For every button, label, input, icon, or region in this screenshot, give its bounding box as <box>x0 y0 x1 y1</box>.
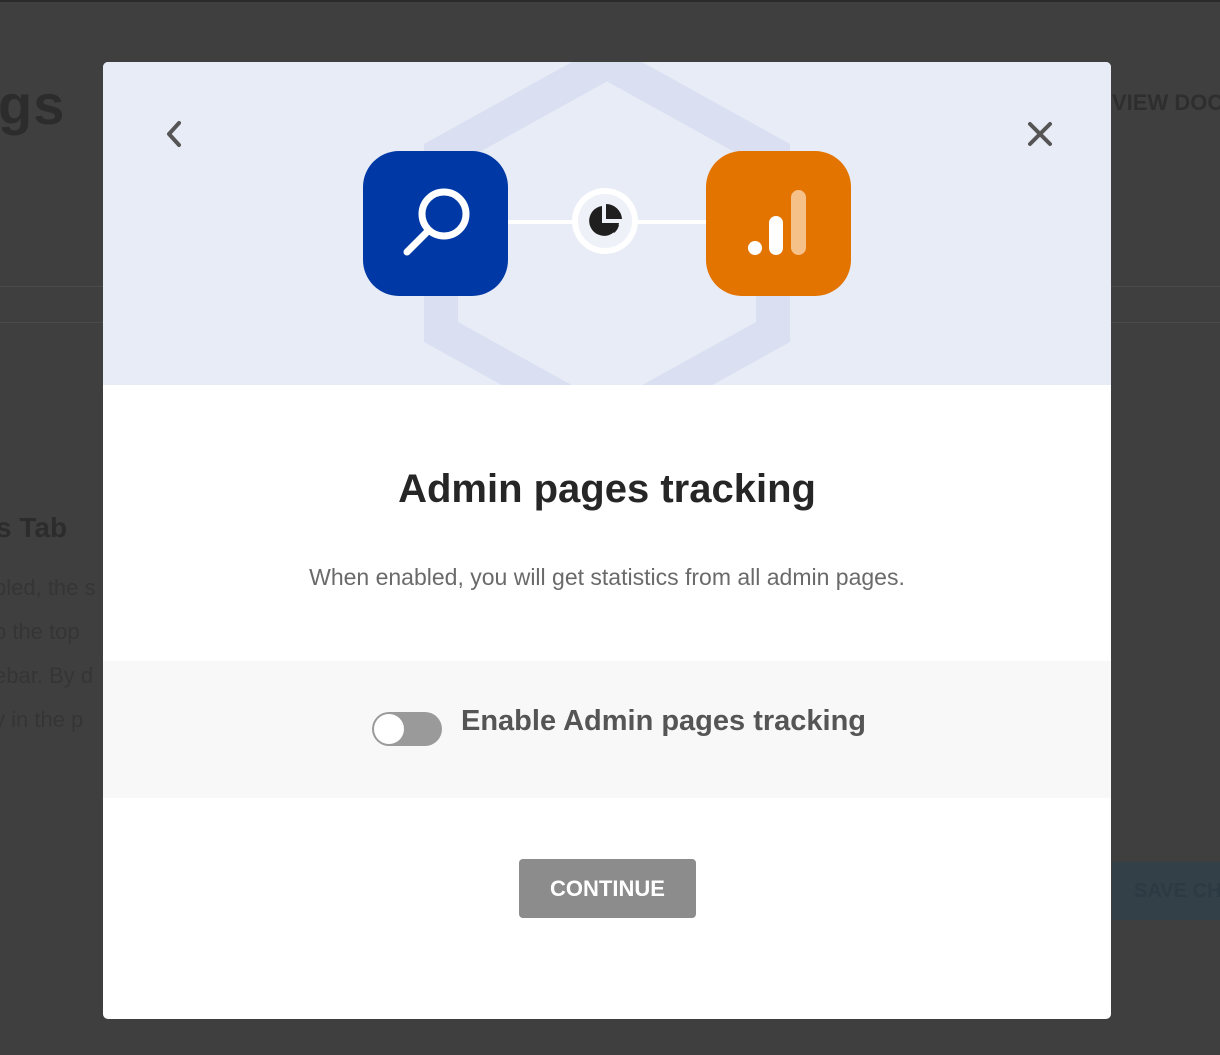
page-title: gs <box>0 73 66 136</box>
search-app-tile <box>363 151 508 296</box>
description-line: bled, the s <box>0 575 96 600</box>
description-line: y in the p <box>0 707 84 732</box>
continue-button[interactable]: CONTINUE <box>519 859 696 918</box>
admin-tracking-modal: Admin pages tracking When enabled, you w… <box>103 62 1111 1019</box>
modal-hero <box>103 62 1111 385</box>
section-title: s Tab <box>0 512 68 543</box>
toggle-knob <box>374 714 404 744</box>
admin-tracking-toggle[interactable] <box>372 712 442 746</box>
back-button[interactable] <box>154 114 194 154</box>
toggle-row: Enable Admin pages tracking <box>103 661 1111 798</box>
modal-description: When enabled, you will get statistics fr… <box>309 564 905 590</box>
magnifier-icon <box>403 188 469 255</box>
description-line: ebar. By d <box>0 663 94 688</box>
chevron-left-icon <box>167 121 181 147</box>
modal-title: Admin pages tracking <box>398 467 816 511</box>
section-description: bled, the s o the top ebar. By d y in th… <box>0 566 96 742</box>
view-docs-link[interactable]: VIEW DOC <box>1112 90 1220 116</box>
top-border <box>0 0 1220 2</box>
description-line: o the top <box>0 619 80 644</box>
save-changes-button[interactable]: SAVE CH <box>1112 862 1220 920</box>
pie-chart-icon <box>589 203 622 236</box>
analytics-app-tile <box>706 151 851 296</box>
close-icon <box>1028 122 1052 146</box>
toggle-label[interactable]: Enable Admin pages tracking <box>461 705 866 738</box>
hub-circle <box>572 188 638 254</box>
bar-chart-icon <box>747 189 806 255</box>
close-button[interactable] <box>1020 114 1060 154</box>
